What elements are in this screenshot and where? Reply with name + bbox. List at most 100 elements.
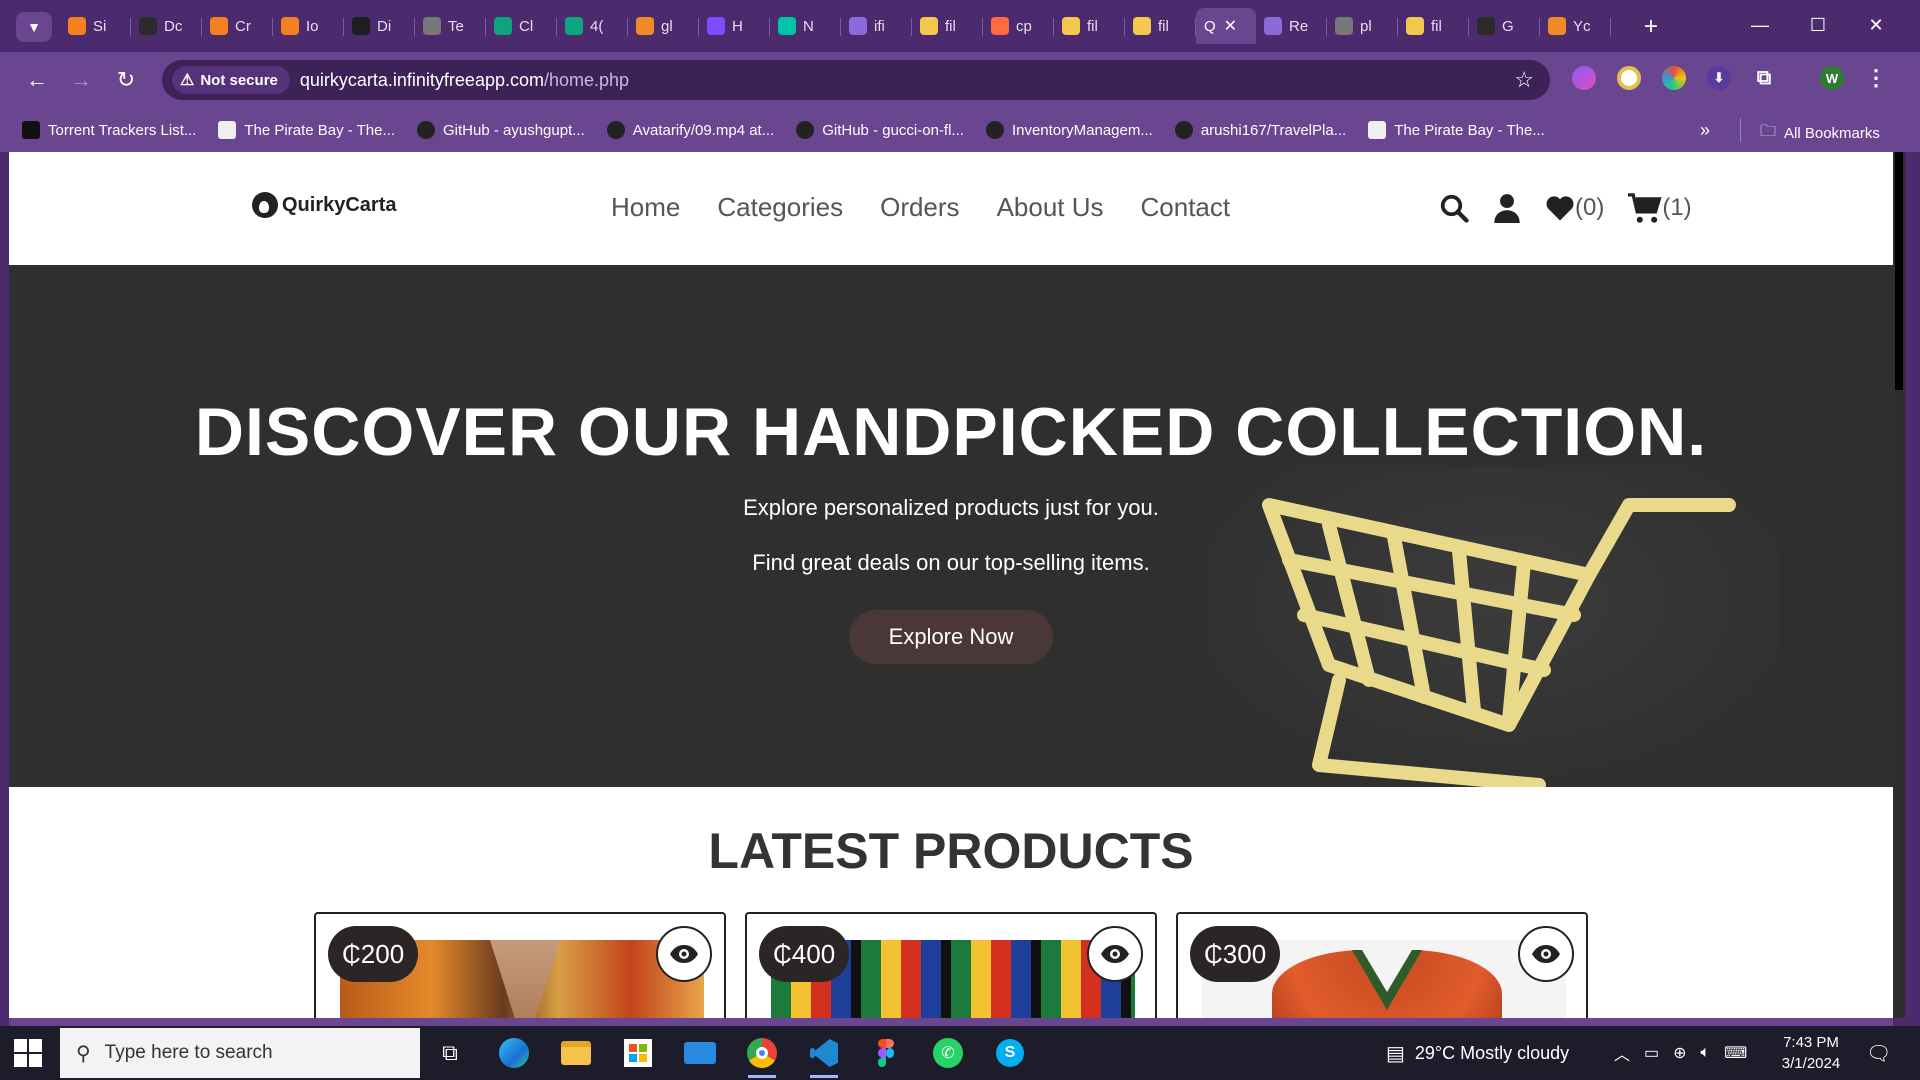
tab-14[interactable]: fil [1054,8,1125,44]
task-view-icon[interactable]: ⧉ [430,1034,470,1072]
mail-icon[interactable] [680,1034,720,1072]
nav-link-orders[interactable]: Orders [880,192,959,223]
tab-4[interactable]: Yc [1540,8,1611,44]
microsoft-store-icon[interactable] [618,1034,658,1072]
download-extension-icon[interactable]: ⬇ [1707,66,1731,90]
chevron-up-icon[interactable]: ︿ [1614,1041,1630,1065]
bookmark-item[interactable]: The Pirate Bay - The... [1368,121,1545,139]
puzzle-icon[interactable]: ⧉ [1752,66,1776,90]
chatgpt-icon [494,17,512,35]
volume-icon[interactable]: 🔈︎ [1701,1044,1711,1062]
scrollbar-thumb[interactable] [1895,152,1903,390]
page-scrollbar[interactable] [1893,152,1905,1018]
whatsapp-icon[interactable]: ✆ [928,1034,968,1072]
site-logo[interactable]: QuirkyCarta [252,192,397,218]
close-tab-icon[interactable]: ✕ [1224,16,1237,36]
maximize-button[interactable]: ☐ [1798,10,1838,40]
nav-link-contact[interactable]: Contact [1141,192,1231,223]
cart-button[interactable]: (1) [1628,192,1692,224]
wishlist-button[interactable]: (0) [1545,194,1604,222]
reload-button[interactable]: ↻ [110,64,142,96]
taskbar-search-input[interactable]: ⚲ Type here to search [60,1028,420,1078]
file-explorer-icon[interactable] [556,1034,596,1072]
search-icon [1440,194,1469,223]
vscode-icon[interactable] [804,1034,844,1078]
quick-view-button[interactable] [1518,926,1574,982]
product-card[interactable]: ₵300 [1176,912,1588,1018]
quick-view-button[interactable] [656,926,712,982]
notifications-icon[interactable]: 🗨︎ [1866,1026,1891,1080]
tab-7[interactable]: 4( [557,8,628,44]
battery-icon[interactable]: ▭ [1644,1043,1659,1063]
bookmark-star-icon[interactable]: ☆ [1514,67,1534,93]
bookmark-item[interactable]: GitHub - gucci-on-fl... [796,121,964,139]
tab-11[interactable]: ifi [841,8,912,44]
tab-1[interactable]: pl [1327,8,1398,44]
tab-2[interactable]: fil [1398,8,1469,44]
tab-9[interactable]: H [699,8,770,44]
tab-6[interactable]: Cl [486,8,557,44]
tab-3[interactable]: Io [273,8,344,44]
tab-active[interactable]: Q ✕ [1196,8,1256,44]
bookmark-item[interactable]: GitHub - ayushgupt... [417,121,585,139]
close-window-button[interactable]: ✕ [1856,10,1896,40]
tab-label: Di [377,17,392,35]
weather-icon: ▤ [1386,1042,1405,1065]
tab-4[interactable]: Di [344,8,415,44]
tab-2[interactable]: Cr [202,8,273,44]
edge-icon[interactable] [494,1034,534,1072]
explore-now-button[interactable]: Explore Now [849,610,1053,664]
bookmark-item[interactable]: Torrent Trackers List... [22,121,196,139]
bookmark-item[interactable]: arushi167/TravelPla... [1174,121,1346,139]
product-card[interactable]: ₵400 [745,912,1157,1018]
account-button[interactable] [1493,193,1521,223]
bookmark-label: The Pirate Bay - The... [1394,121,1545,139]
bookmark-list: Torrent Trackers List... The Pirate Bay -… [0,121,1545,139]
keyboard-icon[interactable]: ⌨ [1724,1043,1747,1063]
url-text[interactable]: quirkycarta.infinityfreeapp.com/home.php [300,70,629,91]
kebab-menu-icon[interactable]: ⋮ [1864,65,1888,90]
bookmark-item[interactable]: The Pirate Bay - The... [218,121,395,139]
nav-link-about-us[interactable]: About Us [997,192,1104,223]
color-picker-extension-icon[interactable] [1662,66,1686,90]
tab-10[interactable]: N [770,8,841,44]
weather-widget[interactable]: ▤ 29°C Mostly cloudy [1386,1026,1569,1080]
bookmarks-overflow-button[interactable]: » [1700,120,1710,141]
windows-start-icon[interactable] [14,1039,42,1067]
tab-15[interactable]: fil [1125,8,1196,44]
tab-5[interactable]: Te [415,8,486,44]
search-button[interactable] [1439,193,1469,223]
extension-icon[interactable] [1572,66,1596,90]
all-bookmarks-button[interactable]: 🗀 All Bookmarks [1760,120,1880,147]
tab-1[interactable]: Dc [131,8,202,44]
profile-avatar[interactable]: W [1820,66,1844,90]
figma-icon[interactable] [866,1034,906,1072]
clock[interactable]: 7:43 PM 3/1/2024 [1766,1032,1856,1074]
address-bar[interactable]: ⚠ Not secure quirkycarta.infinityfreeapp… [162,60,1550,100]
product-card[interactable]: ₵200 [314,912,726,1018]
tab-3[interactable]: G [1469,8,1540,44]
tab-12[interactable]: fil [912,8,983,44]
quick-view-button[interactable] [1087,926,1143,982]
site-info-button[interactable]: ⚠ Not secure [172,66,290,94]
new-tab-button[interactable]: + [1636,12,1666,42]
github-icon [139,17,157,35]
tab-0[interactable]: Si [60,8,131,44]
network-icon[interactable]: ⊕ [1673,1043,1686,1063]
all-bookmarks-label: All Bookmarks [1784,125,1880,142]
tab-8[interactable]: gl [628,8,699,44]
bookmark-item[interactable]: Avatarify/09.mp4 at... [606,121,774,139]
tab-13[interactable]: cp [983,8,1054,44]
bookmark-label: GitHub - ayushgupt... [443,121,585,139]
skype-icon[interactable]: S [990,1034,1030,1072]
bookmark-item[interactable]: InventoryManagem... [985,121,1153,139]
tab-search-button[interactable]: ▼ [16,12,52,42]
forward-button[interactable]: → [65,64,97,96]
chrome-icon[interactable] [742,1034,782,1078]
minimize-button[interactable]: — [1740,10,1780,40]
nav-link-home[interactable]: Home [611,192,680,223]
chrome-extension-icon[interactable] [1617,66,1641,90]
back-button[interactable]: ← [21,64,53,96]
tab-0[interactable]: Re [1256,8,1327,44]
nav-link-categories[interactable]: Categories [717,192,843,223]
